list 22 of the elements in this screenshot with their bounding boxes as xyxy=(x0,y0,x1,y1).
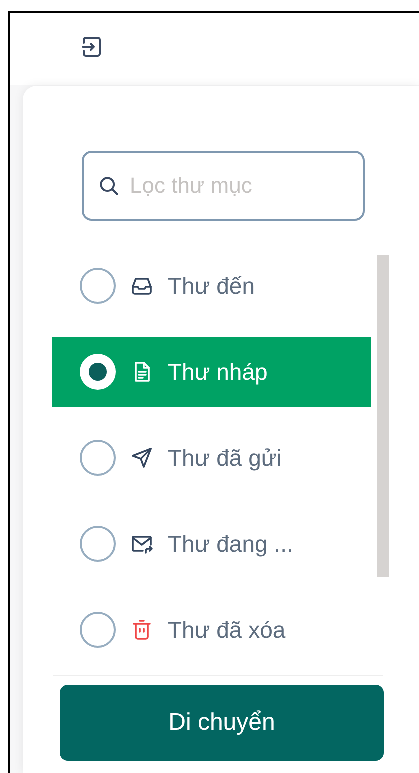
trash-icon xyxy=(130,618,154,642)
folder-label: Thư đã xóa xyxy=(168,616,286,645)
folder-item[interactable]: Thư đến xyxy=(52,251,371,321)
radio-button[interactable] xyxy=(80,526,116,562)
radio-button[interactable] xyxy=(80,440,116,476)
radio-button[interactable] xyxy=(80,354,116,390)
scrollbar[interactable] xyxy=(377,255,389,577)
folder-item[interactable]: Thư đang ... xyxy=(52,509,371,579)
folder-label: Thư đến xyxy=(168,272,256,301)
folder-item[interactable]: Thư đã xóa xyxy=(52,595,371,665)
search-icon xyxy=(98,175,120,197)
radio-button[interactable] xyxy=(80,612,116,648)
paper-plane-icon xyxy=(130,446,154,470)
folder-item[interactable]: Thư nháp xyxy=(52,337,371,407)
radio-button[interactable] xyxy=(80,268,116,304)
folder-item[interactable]: Thư đã gửi xyxy=(52,423,371,493)
search-field[interactable]: Lọc thư mục xyxy=(82,151,365,221)
folder-label: Thư đang ... xyxy=(168,530,294,559)
folder-label: Thư đã gửi xyxy=(168,444,282,473)
sign-in-icon[interactable] xyxy=(80,35,104,59)
folder-label: Thư nháp xyxy=(168,358,268,387)
move-button[interactable]: Di chuyển xyxy=(60,685,384,761)
